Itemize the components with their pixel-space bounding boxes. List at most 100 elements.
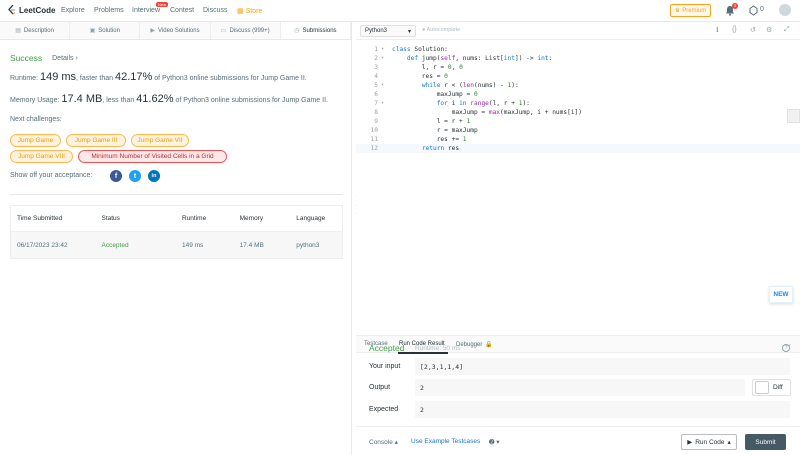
fold-icon[interactable]: ▾ <box>381 81 384 90</box>
code-text: maxJump = 0 <box>392 91 478 98</box>
code-line: 11 res += 1 <box>356 135 800 144</box>
code-line: 4 res = 0 <box>356 72 800 81</box>
nav-interview[interactable]: Interview <box>132 7 160 14</box>
challenge-chip[interactable]: Minimum Number of Visited Cells in a Gri… <box>78 150 227 163</box>
code-editor[interactable]: 1 ▾ class Solution: 2 ▾ def jump(self, nums… <box>356 40 800 335</box>
runtime-suffix: of Python3 online submissions for Jump G… <box>152 75 307 82</box>
tab-debugger-label: Debugger <box>456 342 483 348</box>
logo-text: LeetCode <box>19 5 56 15</box>
code-line: 1 ▾ class Solution: <box>356 45 800 54</box>
fold-icon[interactable]: ▾ <box>381 54 384 63</box>
right-panel: Python3 ▾ ● Autocomplete ℹ {} ↺ ⚙ ⤢ 1 ▾ cl… <box>356 22 800 455</box>
nav-explore[interactable]: Explore <box>61 7 85 14</box>
autocomplete-toggle[interactable]: ● Autocomplete <box>422 27 460 33</box>
memory-value: 17.4 MB <box>61 93 103 105</box>
tab-solution[interactable]: ▣ Solution <box>70 22 141 39</box>
nav-store[interactable]: ▦ Store <box>237 7 262 15</box>
runtime-value: 149 ms <box>39 71 77 83</box>
code-text: res += 1 <box>392 136 467 143</box>
fullscreen-icon[interactable]: ⤢ <box>784 26 790 34</box>
tab-debugger[interactable]: Debugger 🔒 <box>456 341 493 348</box>
details-link[interactable]: Details › <box>52 55 78 62</box>
info-icon[interactable]: ℹ <box>716 26 719 34</box>
tab-discuss[interactable]: ▭ Discuss (999+) <box>211 22 281 39</box>
coin-count: 0 <box>760 6 764 13</box>
active-tab-underline <box>398 352 448 354</box>
video-icon: ▶ <box>150 28 156 34</box>
fold-icon[interactable]: ▾ <box>381 99 384 108</box>
chevron-down-icon: ▾ <box>407 28 411 35</box>
nav-problems[interactable]: Problems <box>94 7 124 14</box>
column-header: Language <box>296 215 326 222</box>
tab-run-code-result[interactable]: Run Code Result <box>399 341 445 347</box>
language-select[interactable]: Python3 ▾ <box>360 25 416 37</box>
details-label: Details <box>52 54 74 62</box>
submissions-table: Time Submitted Status Runtime Memory Lan… <box>10 205 343 259</box>
challenge-chip[interactable]: Jump Game VII <box>131 134 189 147</box>
coin-icon[interactable] <box>748 5 759 16</box>
code-line: 3 l, r = 0, 0 <box>356 63 800 72</box>
braces-icon[interactable]: {} <box>732 26 737 33</box>
code-text: def jump(self, nums: List[int]) -> int: <box>406 55 553 62</box>
memory-summary: Memory Usage: 17.4 MB, less than 41.62% … <box>10 93 328 105</box>
line-number: 6 <box>374 91 378 98</box>
tab-description-label: Description <box>23 27 54 34</box>
description-icon: ▤ <box>15 28 21 34</box>
premium-button[interactable]: ♛ Premium <box>670 4 711 17</box>
twitter-icon[interactable]: t <box>129 170 141 182</box>
tab-video-solutions[interactable]: ▶ Video Solutions <box>140 22 211 39</box>
problem-tabs: ▤ Description ▣ Solution ▶ Video Solutions … <box>0 22 352 40</box>
settings-icon[interactable]: ⚙ <box>766 26 772 34</box>
premium-label: Premium <box>682 7 707 14</box>
status-cell[interactable]: Accepted <box>101 242 182 249</box>
tab-testcase[interactable]: Testcase <box>364 341 388 347</box>
tab-submissions[interactable]: ◷ Submissions <box>280 22 352 39</box>
nav-contest[interactable]: Contest <box>170 7 194 14</box>
tab-solution-label: Solution <box>98 27 120 34</box>
fold-icon[interactable]: ▾ <box>381 45 384 54</box>
runtime-cell: 149 ms <box>181 241 204 249</box>
editor-toolbar: Python3 ▾ ● Autocomplete ℹ {} ↺ ⚙ ⤢ <box>356 22 800 40</box>
next-challenges-title: Next challenges: <box>10 116 62 123</box>
code-text: r = maxJump <box>392 127 478 134</box>
challenge-chip[interactable]: Jump Game <box>10 134 61 147</box>
column-header: Time Submitted <box>17 215 63 222</box>
challenge-chip[interactable]: Jump Game III <box>66 134 126 147</box>
code-line: 9 l = r + 1 <box>356 117 800 126</box>
linkedin-icon[interactable]: in <box>148 170 160 182</box>
new-feature-badge[interactable]: NEW <box>769 286 793 303</box>
code-line: 5 ▾ while r < (len(nums) - 1): <box>356 81 800 90</box>
table-row[interactable]: 06/17/2023 23:42 Accepted 149 ms 17.4 MB… <box>11 232 342 258</box>
challenge-chip[interactable]: Jump Game VIII <box>10 150 73 163</box>
runtime-percentile: 42.17% <box>114 71 153 83</box>
lock-icon: 🔒 <box>485 342 493 348</box>
line-number: 11 <box>370 136 378 143</box>
code-line: 2 ▾ def jump(self, nums: List[int]) -> in… <box>356 54 800 63</box>
share-label: Show off your acceptance: <box>10 172 93 179</box>
column-header: Runtime <box>181 215 207 222</box>
code-text: res = 0 <box>392 73 448 80</box>
reset-icon[interactable]: ↺ <box>750 26 756 34</box>
chevron-right-icon: › <box>75 54 78 62</box>
top-nav: LeetCode Explore Problems Interview New … <box>0 0 800 22</box>
autocomplete-label: Autocomplete <box>426 27 461 33</box>
code-text: l = r + 1 <box>392 118 471 125</box>
nav-discuss[interactable]: Discuss <box>203 7 228 14</box>
store-icon: ▦ <box>237 8 246 15</box>
memory-mid: , less than <box>102 97 137 104</box>
code-text: while r < (len(nums) - 1): <box>421 82 519 89</box>
line-number: 5 <box>374 82 378 89</box>
result-status: Success <box>10 53 43 63</box>
avatar[interactable] <box>779 4 791 16</box>
facebook-icon[interactable]: f <box>110 170 122 182</box>
collapse-icon[interactable]: ⌄ <box>786 340 792 348</box>
side-panel-toggle[interactable] <box>787 109 800 123</box>
language-value: Python3 <box>365 28 388 34</box>
code-line: 7 ▾ for i in range(l, r + 1): <box>356 99 800 108</box>
line-number: 10 <box>370 127 378 134</box>
leetcode-logo[interactable]: LeetCode <box>8 5 55 15</box>
tab-description[interactable]: ▤ Description <box>0 22 71 39</box>
notification-count: 3 <box>732 3 738 9</box>
nav-store-label: Store <box>245 8 263 15</box>
left-panel: ▤ Description ▣ Solution ▶ Video Solutions … <box>0 22 352 455</box>
